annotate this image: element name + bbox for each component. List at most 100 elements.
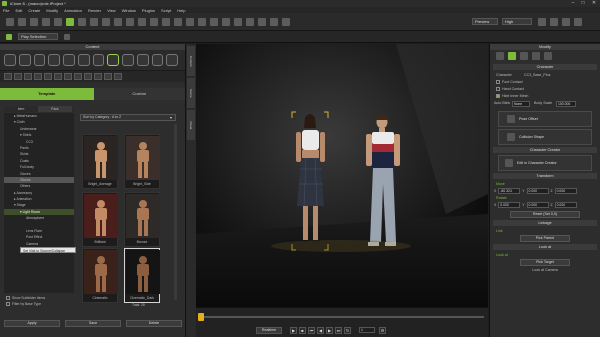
auto-blink-dropdown[interactable]: None <box>512 100 530 107</box>
head-icon[interactable] <box>33 54 46 66</box>
menu-help[interactable]: Help <box>177 8 185 13</box>
light-icon[interactable] <box>174 17 182 26</box>
menu-script[interactable]: Script <box>161 8 171 13</box>
checkbox-box[interactable] <box>6 302 10 307</box>
sub-post-icon[interactable] <box>34 73 42 80</box>
pick-parent-button[interactable]: Pick Parent <box>520 235 570 242</box>
sub-water-icon[interactable] <box>84 73 92 80</box>
sub-particle-icon[interactable] <box>114 73 122 80</box>
atmosphere-icon[interactable] <box>136 54 149 66</box>
next-key-icon[interactable]: ⏭ <box>335 326 342 334</box>
preview-dropdown[interactable]: Preview <box>472 18 498 25</box>
transform-section[interactable]: Transform <box>493 173 597 179</box>
checkbox-box-checked[interactable] <box>496 94 500 99</box>
menu-animation[interactable]: Animation <box>64 8 82 13</box>
play-icon[interactable]: ▶ <box>290 326 297 334</box>
rotate-tool-icon[interactable] <box>90 17 98 26</box>
close-button[interactable]: ✕ <box>589 0 599 7</box>
morph-icon[interactable] <box>544 52 552 60</box>
sub-sky-icon[interactable] <box>64 73 72 80</box>
rotate-x-input[interactable]: 0.000 <box>498 202 521 208</box>
sub-light-icon[interactable] <box>4 73 12 80</box>
thumbnail-item-selected[interactable]: Cinematic_Dark <box>124 248 160 303</box>
tab-content-side[interactable]: Content <box>187 46 195 76</box>
linkage-section[interactable]: Linkage <box>493 220 597 226</box>
scale-tool-icon[interactable] <box>102 17 110 26</box>
move-y-input[interactable]: 0.000 <box>526 188 549 194</box>
attribute-icon[interactable] <box>520 52 528 60</box>
foot-contact-checkbox[interactable]: Foot Contact <box>490 79 600 86</box>
grid-icon[interactable] <box>186 17 194 26</box>
hand-contact-checkbox[interactable]: Hand Contact <box>490 86 600 93</box>
character-creator-section[interactable]: Character Creator <box>493 147 597 153</box>
maximize-button[interactable]: □ <box>578 0 588 7</box>
prev-frame-icon[interactable]: ◀ <box>317 326 324 334</box>
shadow-icon[interactable] <box>258 17 266 26</box>
material-icon[interactable] <box>532 52 540 60</box>
tab-scene-side[interactable]: Scene <box>187 78 195 108</box>
thumbnail-item[interactable]: Bright_Average <box>82 134 118 189</box>
collision-shape-button[interactable]: Collision Shape <box>498 129 592 145</box>
edit-in-cc-button[interactable]: Edit in Character Creator <box>498 155 592 171</box>
redo-icon[interactable] <box>54 17 62 26</box>
timeline-icon[interactable] <box>64 33 70 40</box>
timeline-settings-icon[interactable]: ⚙ <box>379 326 386 334</box>
menu-edit[interactable]: Edit <box>15 8 22 13</box>
rotate-z-input[interactable]: 0.000 <box>554 202 577 208</box>
camera-icon[interactable] <box>162 17 170 26</box>
sky-icon[interactable] <box>234 17 242 26</box>
character-section[interactable]: Character <box>493 64 597 70</box>
sub-tree-icon[interactable] <box>104 73 112 80</box>
stage-icon[interactable] <box>107 54 119 66</box>
lookat-camera-label[interactable]: Look at Camera <box>490 267 600 274</box>
sub-camera-icon[interactable] <box>44 73 52 80</box>
menu-plugins[interactable]: Plugins <box>142 8 155 13</box>
next-frame-icon[interactable]: ▶ <box>326 326 333 334</box>
gizmo-icon[interactable] <box>198 17 206 26</box>
play-icon[interactable] <box>6 33 12 40</box>
prop-icon[interactable] <box>48 54 60 66</box>
prev-key-icon[interactable]: ⏮ <box>308 326 315 334</box>
realtime-dropdown[interactable]: Realtime <box>256 326 282 334</box>
menu-render[interactable]: Render <box>88 8 101 13</box>
sub-lens-icon[interactable] <box>24 73 32 80</box>
hide-inner-mesh-checkbox[interactable]: Hide Inner Mesh <box>490 93 600 100</box>
save-icon[interactable] <box>30 17 38 26</box>
menu-icon[interactable] <box>496 52 504 60</box>
move-x-input[interactable]: -80.324 <box>498 188 521 194</box>
quality-dropdown[interactable]: High <box>502 18 532 25</box>
sub-grass-icon[interactable] <box>94 73 102 80</box>
timeline-playhead[interactable] <box>198 313 204 321</box>
body-scale-input[interactable]: 100.000 <box>556 100 576 107</box>
snapshot-icon[interactable] <box>550 17 558 26</box>
project-icon[interactable] <box>4 54 16 66</box>
actor-icon[interactable] <box>18 54 31 66</box>
camera-move-icon[interactable] <box>114 17 122 26</box>
lookat-section[interactable]: Look at <box>493 244 597 250</box>
filter-base-type-checkbox[interactable]: Filter by Base Type <box>6 301 126 307</box>
render-icon[interactable] <box>282 17 290 26</box>
menu-view[interactable]: View <box>107 8 116 13</box>
ibl-icon[interactable] <box>246 17 254 26</box>
sub-atmosphere-icon[interactable] <box>14 73 22 80</box>
timeline-track[interactable] <box>200 316 484 318</box>
menu-window[interactable]: Window <box>122 8 136 13</box>
reset-button[interactable]: Reset (Set 0,0) <box>510 211 580 218</box>
zoom-icon[interactable] <box>138 17 146 26</box>
tab-template[interactable]: Template <box>0 88 94 100</box>
sub-terrain-icon[interactable] <box>74 73 82 80</box>
frame-input[interactable]: 1 <box>359 327 375 333</box>
rotate-y-input[interactable]: 0.000 <box>526 202 549 208</box>
stop-icon[interactable]: ■ <box>299 326 306 334</box>
select-tool-icon[interactable] <box>66 17 74 26</box>
checkbox-box[interactable] <box>496 80 500 85</box>
open-icon[interactable] <box>18 17 26 26</box>
3d-viewport[interactable] <box>196 44 488 307</box>
thumbnail-scrollbar[interactable] <box>174 124 177 300</box>
undo-icon[interactable] <box>42 17 50 26</box>
chevron-down-icon[interactable]: ▾ <box>170 115 172 120</box>
pick-target-button[interactable]: Pick Target <box>520 259 570 266</box>
set-icon[interactable] <box>63 54 75 66</box>
menu-file[interactable]: File <box>3 8 9 13</box>
move-z-input[interactable]: 0.000 <box>554 188 577 194</box>
